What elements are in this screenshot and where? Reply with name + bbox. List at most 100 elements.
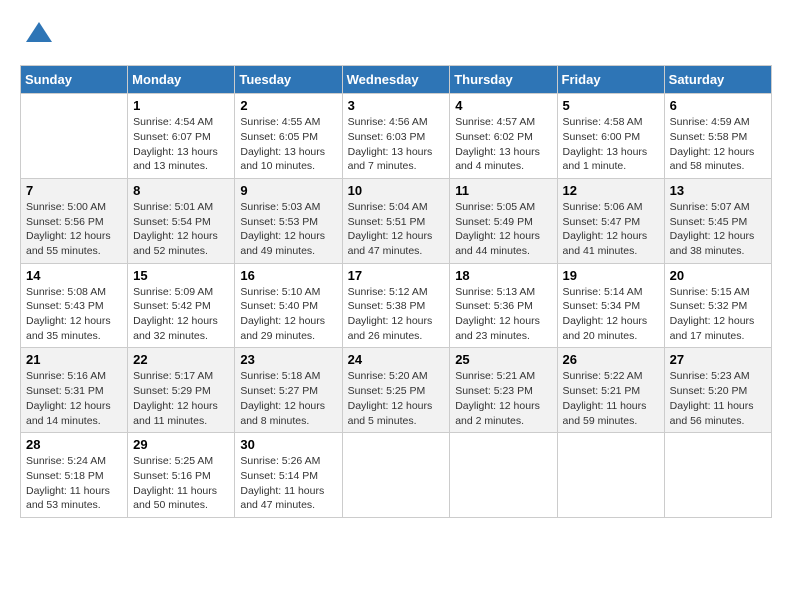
- day-info: Sunrise: 5:15 AMSunset: 5:32 PMDaylight:…: [670, 285, 766, 344]
- day-info: Sunrise: 5:07 AMSunset: 5:45 PMDaylight:…: [670, 200, 766, 259]
- calendar-cell: 16 Sunrise: 5:10 AMSunset: 5:40 PMDayligh…: [235, 263, 342, 348]
- calendar-cell: 26 Sunrise: 5:22 AMSunset: 5:21 PMDayligh…: [557, 348, 664, 433]
- day-info: Sunrise: 5:25 AMSunset: 5:16 PMDaylight:…: [133, 454, 229, 513]
- page-header: [20, 20, 772, 55]
- day-info: Sunrise: 5:20 AMSunset: 5:25 PMDaylight:…: [348, 369, 445, 428]
- calendar-table: SundayMondayTuesdayWednesdayThursdayFrid…: [20, 65, 772, 518]
- day-info: Sunrise: 4:56 AMSunset: 6:03 PMDaylight:…: [348, 115, 445, 174]
- calendar-header-tuesday: Tuesday: [235, 66, 342, 94]
- day-info: Sunrise: 4:55 AMSunset: 6:05 PMDaylight:…: [240, 115, 336, 174]
- day-info: Sunrise: 5:14 AMSunset: 5:34 PMDaylight:…: [563, 285, 659, 344]
- calendar-week-row: 21 Sunrise: 5:16 AMSunset: 5:31 PMDayligh…: [21, 348, 772, 433]
- day-number: 18: [455, 268, 551, 283]
- calendar-header-monday: Monday: [128, 66, 235, 94]
- calendar-cell: 1 Sunrise: 4:54 AMSunset: 6:07 PMDaylight…: [128, 94, 235, 179]
- calendar-cell: [342, 433, 450, 518]
- calendar-cell: [557, 433, 664, 518]
- calendar-cell: [450, 433, 557, 518]
- day-number: 1: [133, 98, 229, 113]
- calendar-cell: 27Sunrise: 5:23 AMSunset: 5:20 PMDayligh…: [664, 348, 771, 433]
- day-info: Sunrise: 5:26 AMSunset: 5:14 PMDaylight:…: [240, 454, 336, 513]
- day-number: 14: [26, 268, 122, 283]
- calendar-header-thursday: Thursday: [450, 66, 557, 94]
- day-info: Sunrise: 4:59 AMSunset: 5:58 PMDaylight:…: [670, 115, 766, 174]
- day-info: Sunrise: 5:06 AMSunset: 5:47 PMDaylight:…: [563, 200, 659, 259]
- day-number: 26: [563, 352, 659, 367]
- day-number: 23: [240, 352, 336, 367]
- calendar-cell: 25 Sunrise: 5:21 AMSunset: 5:23 PMDayligh…: [450, 348, 557, 433]
- day-info: Sunrise: 5:18 AMSunset: 5:27 PMDaylight:…: [240, 369, 336, 428]
- day-info: Sunrise: 5:05 AMSunset: 5:49 PMDaylight:…: [455, 200, 551, 259]
- calendar-cell: 11 Sunrise: 5:05 AMSunset: 5:49 PMDayligh…: [450, 178, 557, 263]
- calendar-cell: 7 Sunrise: 5:00 AMSunset: 5:56 PMDaylight…: [21, 178, 128, 263]
- day-info: Sunrise: 5:03 AMSunset: 5:53 PMDaylight:…: [240, 200, 336, 259]
- day-number: 11: [455, 183, 551, 198]
- day-number: 3: [348, 98, 445, 113]
- calendar-cell: 6 Sunrise: 4:59 AMSunset: 5:58 PMDaylight…: [664, 94, 771, 179]
- calendar-cell: 22 Sunrise: 5:17 AMSunset: 5:29 PMDayligh…: [128, 348, 235, 433]
- calendar-cell: 18 Sunrise: 5:13 AMSunset: 5:36 PMDayligh…: [450, 263, 557, 348]
- calendar-cell: 29 Sunrise: 5:25 AMSunset: 5:16 PMDayligh…: [128, 433, 235, 518]
- calendar-week-row: 7 Sunrise: 5:00 AMSunset: 5:56 PMDaylight…: [21, 178, 772, 263]
- day-info: Sunrise: 5:10 AMSunset: 5:40 PMDaylight:…: [240, 285, 336, 344]
- day-number: 22: [133, 352, 229, 367]
- calendar-header-saturday: Saturday: [664, 66, 771, 94]
- calendar-cell: 24 Sunrise: 5:20 AMSunset: 5:25 PMDayligh…: [342, 348, 450, 433]
- day-number: 20: [670, 268, 766, 283]
- calendar-cell: 2 Sunrise: 4:55 AMSunset: 6:05 PMDaylight…: [235, 94, 342, 179]
- calendar-cell: [664, 433, 771, 518]
- day-info: Sunrise: 5:08 AMSunset: 5:43 PMDaylight:…: [26, 285, 122, 344]
- calendar-cell: 28 Sunrise: 5:24 AMSunset: 5:18 PMDayligh…: [21, 433, 128, 518]
- day-info: Sunrise: 5:00 AMSunset: 5:56 PMDaylight:…: [26, 200, 122, 259]
- calendar-cell: [21, 94, 128, 179]
- day-number: 2: [240, 98, 336, 113]
- calendar-cell: 23 Sunrise: 5:18 AMSunset: 5:27 PMDayligh…: [235, 348, 342, 433]
- day-info: Sunrise: 5:21 AMSunset: 5:23 PMDaylight:…: [455, 369, 551, 428]
- day-number: 9: [240, 183, 336, 198]
- day-number: 17: [348, 268, 445, 283]
- calendar-cell: 14 Sunrise: 5:08 AMSunset: 5:43 PMDayligh…: [21, 263, 128, 348]
- day-number: 21: [26, 352, 122, 367]
- day-number: 24: [348, 352, 445, 367]
- day-info: Sunrise: 5:23 AMSunset: 5:20 PMDaylight:…: [670, 369, 766, 428]
- day-number: 15: [133, 268, 229, 283]
- calendar-week-row: 14 Sunrise: 5:08 AMSunset: 5:43 PMDayligh…: [21, 263, 772, 348]
- logo: [20, 20, 54, 55]
- day-info: Sunrise: 5:22 AMSunset: 5:21 PMDaylight:…: [563, 369, 659, 428]
- day-info: Sunrise: 5:12 AMSunset: 5:38 PMDaylight:…: [348, 285, 445, 344]
- day-number: 4: [455, 98, 551, 113]
- day-number: 12: [563, 183, 659, 198]
- day-info: Sunrise: 5:13 AMSunset: 5:36 PMDaylight:…: [455, 285, 551, 344]
- day-number: 5: [563, 98, 659, 113]
- calendar-cell: 20 Sunrise: 5:15 AMSunset: 5:32 PMDayligh…: [664, 263, 771, 348]
- day-number: 28: [26, 437, 122, 452]
- day-info: Sunrise: 4:54 AMSunset: 6:07 PMDaylight:…: [133, 115, 229, 174]
- calendar-cell: 19Sunrise: 5:14 AMSunset: 5:34 PMDayligh…: [557, 263, 664, 348]
- day-info: Sunrise: 4:58 AMSunset: 6:00 PMDaylight:…: [563, 115, 659, 174]
- day-number: 16: [240, 268, 336, 283]
- calendar-cell: 10Sunrise: 5:04 AMSunset: 5:51 PMDayligh…: [342, 178, 450, 263]
- calendar-cell: 12 Sunrise: 5:06 AMSunset: 5:47 PMDayligh…: [557, 178, 664, 263]
- day-info: Sunrise: 4:57 AMSunset: 6:02 PMDaylight:…: [455, 115, 551, 174]
- calendar-cell: 13Sunrise: 5:07 AMSunset: 5:45 PMDayligh…: [664, 178, 771, 263]
- day-info: Sunrise: 5:17 AMSunset: 5:29 PMDaylight:…: [133, 369, 229, 428]
- calendar-week-row: 28 Sunrise: 5:24 AMSunset: 5:18 PMDayligh…: [21, 433, 772, 518]
- day-number: 30: [240, 437, 336, 452]
- calendar-cell: 8 Sunrise: 5:01 AMSunset: 5:54 PMDaylight…: [128, 178, 235, 263]
- calendar-cell: 9 Sunrise: 5:03 AMSunset: 5:53 PMDaylight…: [235, 178, 342, 263]
- day-number: 8: [133, 183, 229, 198]
- day-info: Sunrise: 5:16 AMSunset: 5:31 PMDaylight:…: [26, 369, 122, 428]
- day-number: 29: [133, 437, 229, 452]
- calendar-header-row: SundayMondayTuesdayWednesdayThursdayFrid…: [21, 66, 772, 94]
- day-number: 7: [26, 183, 122, 198]
- day-info: Sunrise: 5:01 AMSunset: 5:54 PMDaylight:…: [133, 200, 229, 259]
- calendar-cell: 5 Sunrise: 4:58 AMSunset: 6:00 PMDaylight…: [557, 94, 664, 179]
- calendar-header-friday: Friday: [557, 66, 664, 94]
- calendar-cell: 21 Sunrise: 5:16 AMSunset: 5:31 PMDayligh…: [21, 348, 128, 433]
- calendar-cell: 30 Sunrise: 5:26 AMSunset: 5:14 PMDayligh…: [235, 433, 342, 518]
- day-info: Sunrise: 5:04 AMSunset: 5:51 PMDaylight:…: [348, 200, 445, 259]
- day-info: Sunrise: 5:24 AMSunset: 5:18 PMDaylight:…: [26, 454, 122, 513]
- day-number: 25: [455, 352, 551, 367]
- calendar-cell: 17 Sunrise: 5:12 AMSunset: 5:38 PMDayligh…: [342, 263, 450, 348]
- day-number: 6: [670, 98, 766, 113]
